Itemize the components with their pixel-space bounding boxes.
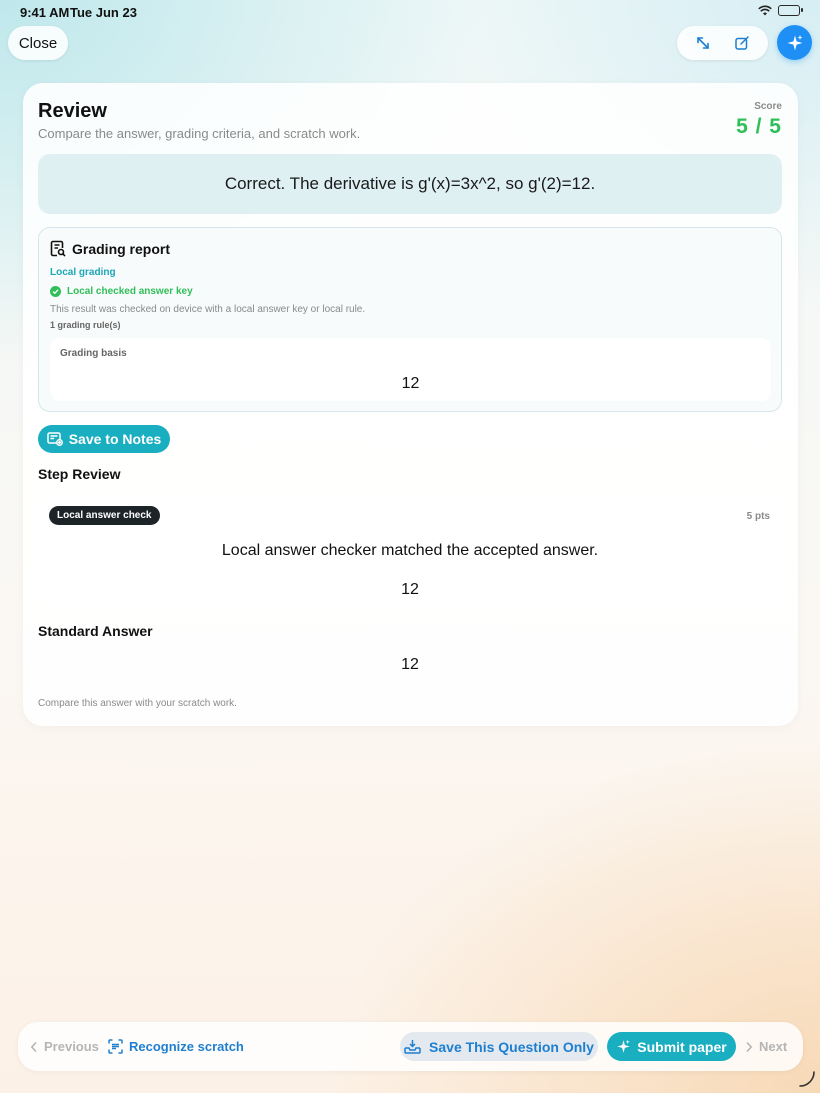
step-review-item: Local answer check 5 pts Local answer ch…	[38, 495, 782, 609]
grading-report-header: Grading report	[50, 240, 170, 257]
save-question-button[interactable]: Save This Question Only	[400, 1032, 598, 1061]
score-value: 5 / 5	[736, 115, 782, 138]
grading-status: Local checked answer key	[50, 286, 193, 297]
status-bar: 9:41 AM Tue Jun 23	[0, 0, 820, 24]
sparkle-icon	[617, 1039, 631, 1053]
tray-download-icon	[404, 1040, 421, 1054]
grading-status-label: Local checked answer key	[67, 286, 193, 297]
review-title: Review	[38, 100, 107, 122]
battery-icon	[778, 5, 803, 16]
wifi-icon	[758, 5, 772, 16]
step-review-title: Step Review	[38, 466, 121, 482]
recognize-scratch-label: Recognize scratch	[129, 1039, 244, 1054]
rule-count: 1 grading rule(s)	[50, 320, 121, 330]
next-button[interactable]: Next	[745, 1039, 787, 1054]
resize-handle-icon[interactable]	[796, 1068, 816, 1088]
save-to-notes-button[interactable]: Save to Notes	[38, 425, 170, 453]
expand-icon[interactable]	[695, 35, 711, 51]
close-button[interactable]: Close	[8, 26, 68, 60]
sparkle-icon	[787, 34, 802, 50]
step-tag: Local answer check	[49, 506, 160, 525]
standard-answer-value: 12	[401, 656, 419, 673]
grading-report-title: Grading report	[72, 240, 171, 257]
grading-basis-label: Grading basis	[60, 348, 127, 359]
ai-assistant-button[interactable]	[777, 25, 812, 60]
step-points: 5 pts	[746, 511, 770, 522]
notes-icon	[46, 432, 63, 446]
score-label: Score	[754, 101, 782, 112]
grading-mode: Local grading	[50, 267, 116, 278]
previous-button[interactable]: Previous	[30, 1039, 99, 1054]
scan-text-icon	[108, 1039, 123, 1054]
check-circle-icon	[50, 286, 61, 297]
previous-label: Previous	[44, 1039, 99, 1054]
bottom-action-bar: Previous Recognize scratch Save This Que…	[18, 1022, 803, 1071]
status-date: Tue Jun 23	[70, 5, 137, 20]
review-subtitle: Compare the answer, grading criteria, an…	[38, 126, 361, 141]
feedback-banner: Correct. The derivative is g'(x)=3x^2, s…	[38, 154, 782, 214]
save-to-notes-label: Save to Notes	[68, 431, 162, 447]
report-icon	[50, 240, 66, 257]
next-label: Next	[759, 1039, 788, 1054]
submit-paper-label: Submit paper	[637, 1038, 727, 1055]
standard-answer-note: Compare this answer with your scratch wo…	[38, 698, 237, 709]
step-value: 12	[401, 581, 419, 598]
save-question-label: Save This Question Only	[429, 1038, 594, 1055]
edit-icon[interactable]	[734, 35, 750, 51]
grading-basis: Grading basis 12	[50, 338, 771, 401]
status-time: 9:41 AM	[20, 5, 70, 20]
submit-paper-button[interactable]: Submit paper	[607, 1032, 736, 1061]
toolbar-group	[677, 26, 768, 60]
chevron-left-icon	[30, 1041, 37, 1052]
review-card: Review Compare the answer, grading crite…	[23, 83, 798, 726]
chevron-right-icon	[746, 1041, 753, 1052]
grading-basis-value: 12	[401, 375, 420, 392]
step-message: Local answer checker matched the accepte…	[221, 542, 599, 559]
recognize-scratch-button[interactable]: Recognize scratch	[108, 1039, 244, 1054]
grading-description: This result was checked on device with a…	[50, 304, 366, 315]
standard-answer-title: Standard Answer	[38, 623, 153, 639]
grading-report: Grading report Local grading Local check…	[38, 227, 782, 412]
status-icons	[758, 5, 803, 16]
